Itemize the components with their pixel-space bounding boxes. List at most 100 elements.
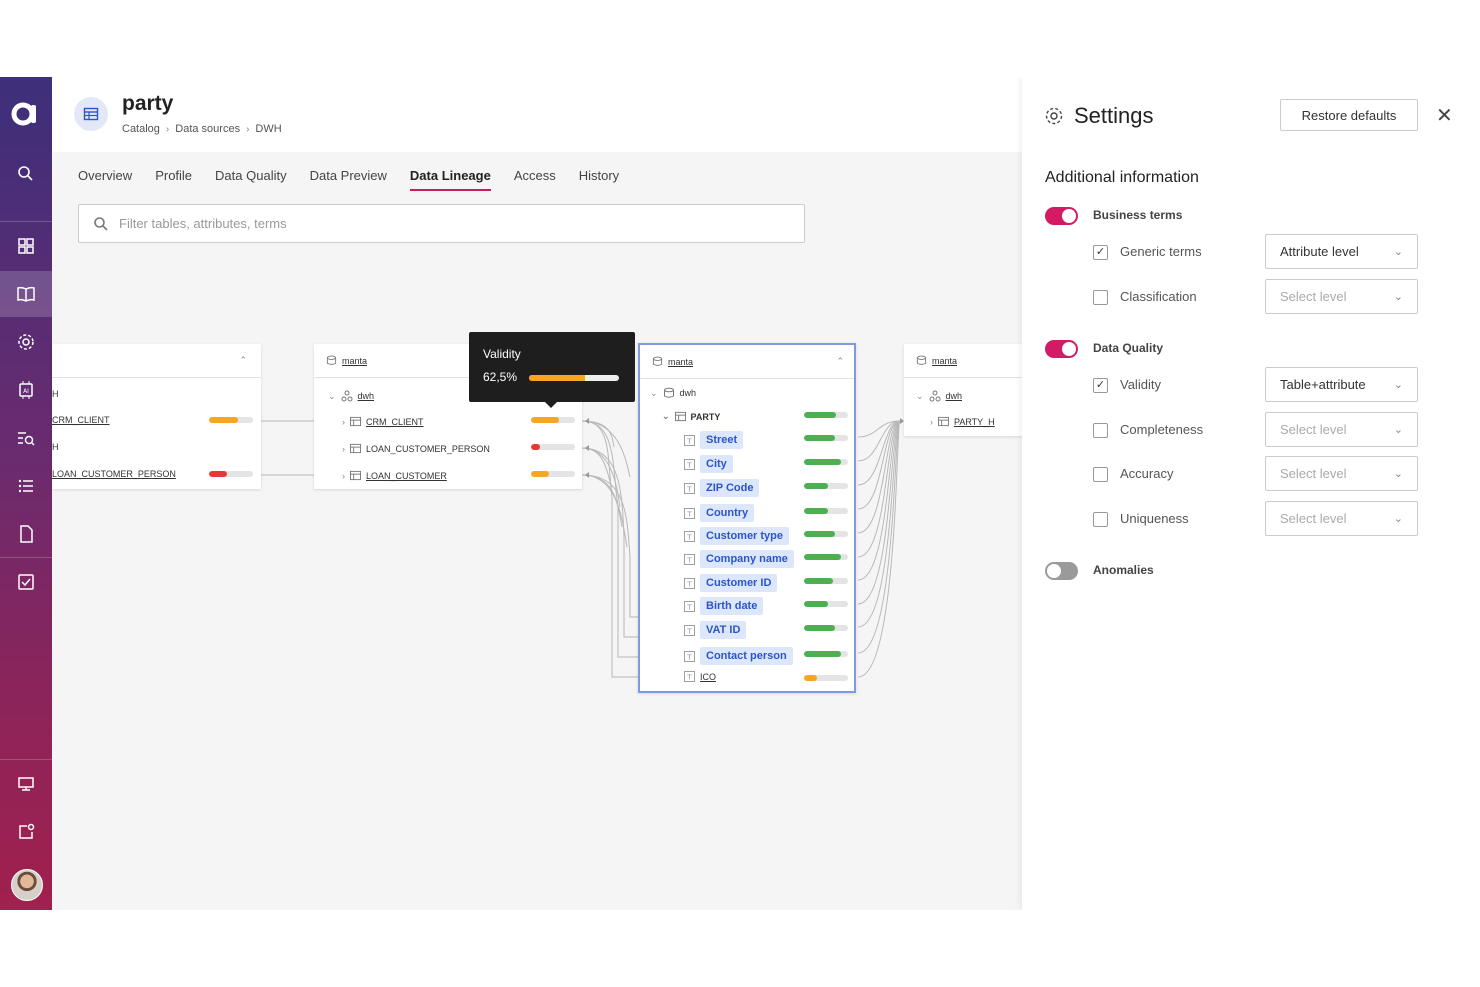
main-content: party Catalog › Data sources › DWH Overv… bbox=[52, 77, 1022, 910]
table-icon bbox=[938, 416, 949, 427]
text-attribute-icon: T bbox=[684, 482, 695, 494]
table-row[interactable]: › LOAN_CUSTOMER_PERSON bbox=[342, 443, 490, 454]
checkbox[interactable] bbox=[1093, 290, 1108, 305]
lineage-card-upstream[interactable]: ⌃ H CRM_CLIENT H LOAN_CUSTOMER_PERSON bbox=[52, 344, 261, 489]
table-row[interactable]: › PARTY_H bbox=[930, 416, 995, 427]
svg-text:T: T bbox=[686, 532, 692, 541]
attribute-term-tag: VAT ID bbox=[700, 621, 747, 639]
chevron-down-icon[interactable]: ⌄ bbox=[328, 391, 336, 402]
list-item[interactable]: CRM_CLIENT bbox=[52, 415, 110, 425]
settings-gear-icon[interactable] bbox=[0, 319, 52, 365]
table-icon bbox=[350, 416, 361, 427]
checkbox[interactable] bbox=[1093, 423, 1108, 438]
select-value: Select level bbox=[1280, 511, 1347, 526]
attribute-row[interactable]: T Customer type bbox=[684, 527, 790, 545]
toggle-switch[interactable] bbox=[1045, 207, 1078, 225]
db-label[interactable]: manta bbox=[342, 356, 367, 366]
list-item[interactable]: H bbox=[52, 389, 59, 399]
quality-bar bbox=[804, 554, 848, 560]
monitor-icon[interactable] bbox=[0, 761, 52, 807]
checkbox-task-icon[interactable] bbox=[0, 559, 52, 605]
app-logo[interactable] bbox=[10, 97, 42, 129]
chevron-right-icon[interactable]: › bbox=[342, 444, 345, 454]
table-row[interactable]: › LOAN_CUSTOMER bbox=[342, 470, 447, 481]
chevron-down-icon[interactable]: ⌄ bbox=[662, 411, 670, 422]
document-icon[interactable] bbox=[0, 511, 52, 557]
attribute-term-tag: Street bbox=[700, 431, 744, 449]
sidebar-nav: AI bbox=[0, 77, 52, 910]
list-icon[interactable] bbox=[0, 463, 52, 509]
dashboard-icon[interactable] bbox=[0, 223, 52, 269]
checkbox[interactable]: ✓ bbox=[1093, 245, 1108, 260]
lineage-card-target[interactable]: manta ⌄ dwh › PARTY_H bbox=[904, 344, 1022, 436]
list-item[interactable]: H bbox=[52, 442, 59, 452]
chevron-right-icon[interactable]: › bbox=[342, 417, 345, 427]
level-select[interactable]: Select level ⌄ bbox=[1265, 501, 1418, 536]
attribute-row[interactable]: T Contact person bbox=[684, 647, 793, 665]
select-value: Select level bbox=[1280, 289, 1347, 304]
chevron-up-icon[interactable]: ⌃ bbox=[239, 355, 247, 366]
attribute-row[interactable]: T ICO bbox=[684, 671, 716, 682]
svg-text:T: T bbox=[686, 673, 692, 682]
table-row[interactable]: › CRM_CLIENT bbox=[342, 416, 424, 427]
external-share-icon[interactable] bbox=[0, 809, 52, 855]
schema-row[interactable]: ⌄ dwh bbox=[328, 390, 374, 402]
text-attribute-icon: T bbox=[684, 553, 695, 565]
svg-text:T: T bbox=[686, 626, 692, 635]
chevron-down-icon[interactable]: ⌄ bbox=[650, 388, 658, 399]
svg-text:T: T bbox=[686, 509, 692, 518]
attribute-term-tag: Country bbox=[700, 504, 755, 522]
level-select[interactable]: Attribute level ⌄ bbox=[1265, 234, 1418, 269]
level-select[interactable]: Select level ⌄ bbox=[1265, 456, 1418, 491]
chevron-right-icon[interactable]: › bbox=[930, 417, 933, 427]
toggle-switch[interactable] bbox=[1045, 562, 1078, 580]
attribute-term-tag: ZIP Code bbox=[700, 479, 760, 497]
database-icon bbox=[652, 356, 663, 366]
restore-defaults-button[interactable]: Restore defaults bbox=[1280, 99, 1418, 131]
checkbox-label: Uniqueness bbox=[1120, 511, 1189, 526]
db-label[interactable]: manta bbox=[932, 356, 957, 366]
checkbox[interactable]: ✓ bbox=[1093, 378, 1108, 393]
list-item[interactable]: LOAN_CUSTOMER_PERSON bbox=[52, 469, 176, 479]
quality-bar bbox=[531, 444, 575, 450]
schema-row[interactable]: ⌄ dwh bbox=[916, 390, 962, 402]
attribute-row[interactable]: T Birth date bbox=[684, 597, 764, 615]
catalog-book-icon[interactable] bbox=[0, 271, 52, 317]
search-icon[interactable] bbox=[0, 151, 52, 197]
svg-text:T: T bbox=[686, 460, 692, 469]
attribute-row[interactable]: T Company name bbox=[684, 550, 794, 568]
text-attribute-icon: T bbox=[684, 434, 695, 446]
attribute-row[interactable]: T VAT ID bbox=[684, 621, 747, 639]
svg-text:T: T bbox=[686, 579, 692, 588]
text-attribute-icon: T bbox=[684, 600, 695, 612]
chevron-down-icon[interactable]: ⌄ bbox=[916, 391, 924, 402]
quality-bar bbox=[804, 578, 848, 584]
attribute-row[interactable]: T Street bbox=[684, 431, 744, 449]
schema-icon bbox=[929, 390, 941, 402]
checkbox[interactable] bbox=[1093, 512, 1108, 527]
level-select[interactable]: Select level ⌄ bbox=[1265, 412, 1418, 447]
query-search-icon[interactable] bbox=[0, 415, 52, 461]
chevron-right-icon[interactable]: › bbox=[342, 471, 345, 481]
svg-text:T: T bbox=[686, 484, 692, 493]
level-select[interactable]: Select level ⌄ bbox=[1265, 279, 1418, 314]
attribute-row[interactable]: T Country bbox=[684, 504, 755, 522]
attribute-term-tag: City bbox=[700, 455, 733, 473]
schema-row[interactable]: ⌄ dwh bbox=[650, 387, 696, 399]
lineage-card-party[interactable]: manta ⌃ ⌄ dwh ⌄ PARTY T Street T City T ZIP C… bbox=[638, 343, 856, 693]
ai-chip-icon[interactable]: AI bbox=[0, 367, 52, 413]
quality-bar bbox=[531, 471, 575, 477]
user-avatar[interactable] bbox=[11, 869, 43, 901]
chevron-up-icon[interactable]: ⌃ bbox=[836, 356, 844, 367]
attribute-row[interactable]: T City bbox=[684, 455, 733, 473]
checkbox[interactable] bbox=[1093, 467, 1108, 482]
toggle-switch[interactable] bbox=[1045, 340, 1078, 358]
level-select[interactable]: Table+attribute ⌄ bbox=[1265, 367, 1418, 402]
attribute-row[interactable]: T ZIP Code bbox=[684, 479, 760, 497]
table-row[interactable]: ⌄ PARTY bbox=[662, 411, 720, 422]
checkbox-label: Validity bbox=[1120, 377, 1161, 392]
attribute-row[interactable]: T Customer ID bbox=[684, 574, 778, 592]
close-icon[interactable]: ✕ bbox=[1436, 103, 1453, 128]
db-label[interactable]: manta bbox=[668, 357, 693, 367]
quality-bar bbox=[804, 483, 848, 489]
